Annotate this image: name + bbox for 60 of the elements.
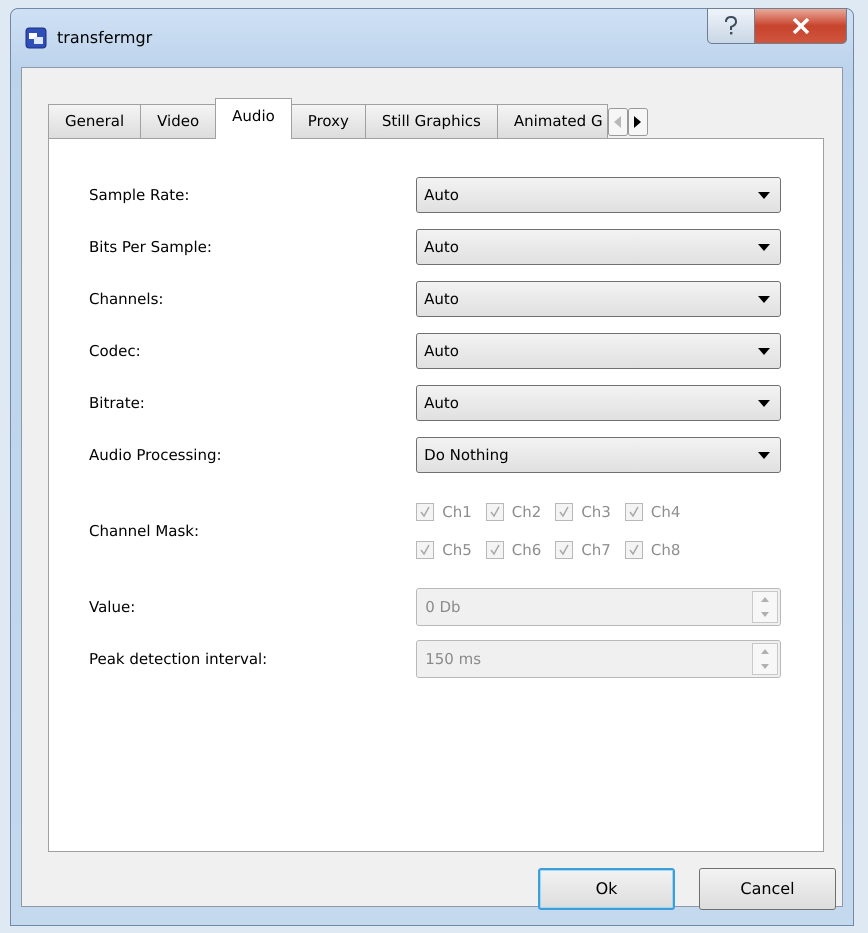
spin-field: 150 ms: [416, 640, 781, 678]
field-label: Channel Mask:: [89, 520, 200, 542]
field-label: Value:: [89, 596, 136, 618]
dropdown-caret-icon: [758, 348, 770, 354]
checkbox-label: Ch8: [650, 540, 680, 561]
help-icon: [724, 16, 738, 36]
dropdown[interactable]: Auto: [416, 229, 781, 265]
close-icon: [792, 18, 810, 34]
help-button[interactable]: [707, 8, 755, 44]
checkmark-icon: [488, 544, 501, 556]
dropdown[interactable]: Auto: [416, 385, 781, 421]
up-arrow-icon: [761, 597, 769, 602]
tab[interactable]: Still Graphics: [364, 104, 498, 138]
tab[interactable]: Video: [140, 104, 216, 138]
spin-field: 0 Db: [416, 588, 781, 626]
tab[interactable]: Animated G: [496, 104, 608, 138]
checkbox-label: Ch5: [442, 540, 472, 561]
checkmark-icon: [419, 506, 432, 518]
dropdown[interactable]: Auto: [416, 333, 781, 369]
field-label: Audio Processing:: [89, 444, 223, 466]
dropdown[interactable]: Do Nothing: [416, 437, 781, 473]
dropdown-caret-icon: [758, 296, 770, 302]
field-label: Sample Rate:: [89, 184, 190, 206]
down-arrow-icon: [761, 664, 769, 669]
scroll-right-button[interactable]: [628, 108, 648, 136]
field-label: Channels:: [89, 288, 164, 310]
right-arrow-icon: [634, 116, 642, 128]
checkbox-label: Ch2: [512, 502, 542, 522]
checkbox-label: Ch4: [650, 502, 680, 522]
checkmark-icon: [628, 544, 640, 556]
checkbox-label: Ch7: [581, 540, 611, 561]
checkmark-icon: [628, 506, 640, 518]
left-arrow-icon: [614, 116, 622, 128]
down-arrow-icon: [761, 612, 769, 617]
checkbox-label: Ch6: [512, 540, 542, 561]
dropdown-caret-icon: [758, 244, 770, 250]
up-arrow-icon: [761, 649, 769, 654]
tab[interactable]: Proxy: [290, 104, 366, 138]
dialog-button[interactable]: Cancel: [699, 868, 836, 910]
checkmark-icon: [558, 506, 570, 518]
dropdown-caret-icon: [758, 192, 770, 198]
close-button[interactable]: [755, 8, 847, 44]
checkmark-icon: [488, 506, 501, 518]
checkbox-label: Ch1: [442, 502, 472, 522]
checkbox-label: Ch3: [581, 502, 611, 522]
dropdown-caret-icon: [758, 400, 770, 406]
field-label: Codec:: [89, 340, 142, 362]
dropdown[interactable]: Auto: [416, 281, 781, 317]
checkmark-icon: [419, 544, 432, 556]
dialog-button[interactable]: Ok: [538, 868, 675, 910]
tab[interactable]: Audio: [215, 98, 292, 139]
field-label: Bitrate:: [89, 392, 146, 414]
dropdown-caret-icon: [758, 452, 770, 458]
checkmark-icon: [558, 544, 570, 556]
dropdown[interactable]: Auto: [416, 177, 781, 213]
app-icon: [25, 27, 47, 49]
field-label: Bits Per Sample:: [89, 236, 213, 258]
tab[interactable]: General: [48, 104, 142, 138]
field-label: Peak detection interval:: [89, 648, 268, 670]
window-title: transfermgr: [57, 27, 152, 49]
